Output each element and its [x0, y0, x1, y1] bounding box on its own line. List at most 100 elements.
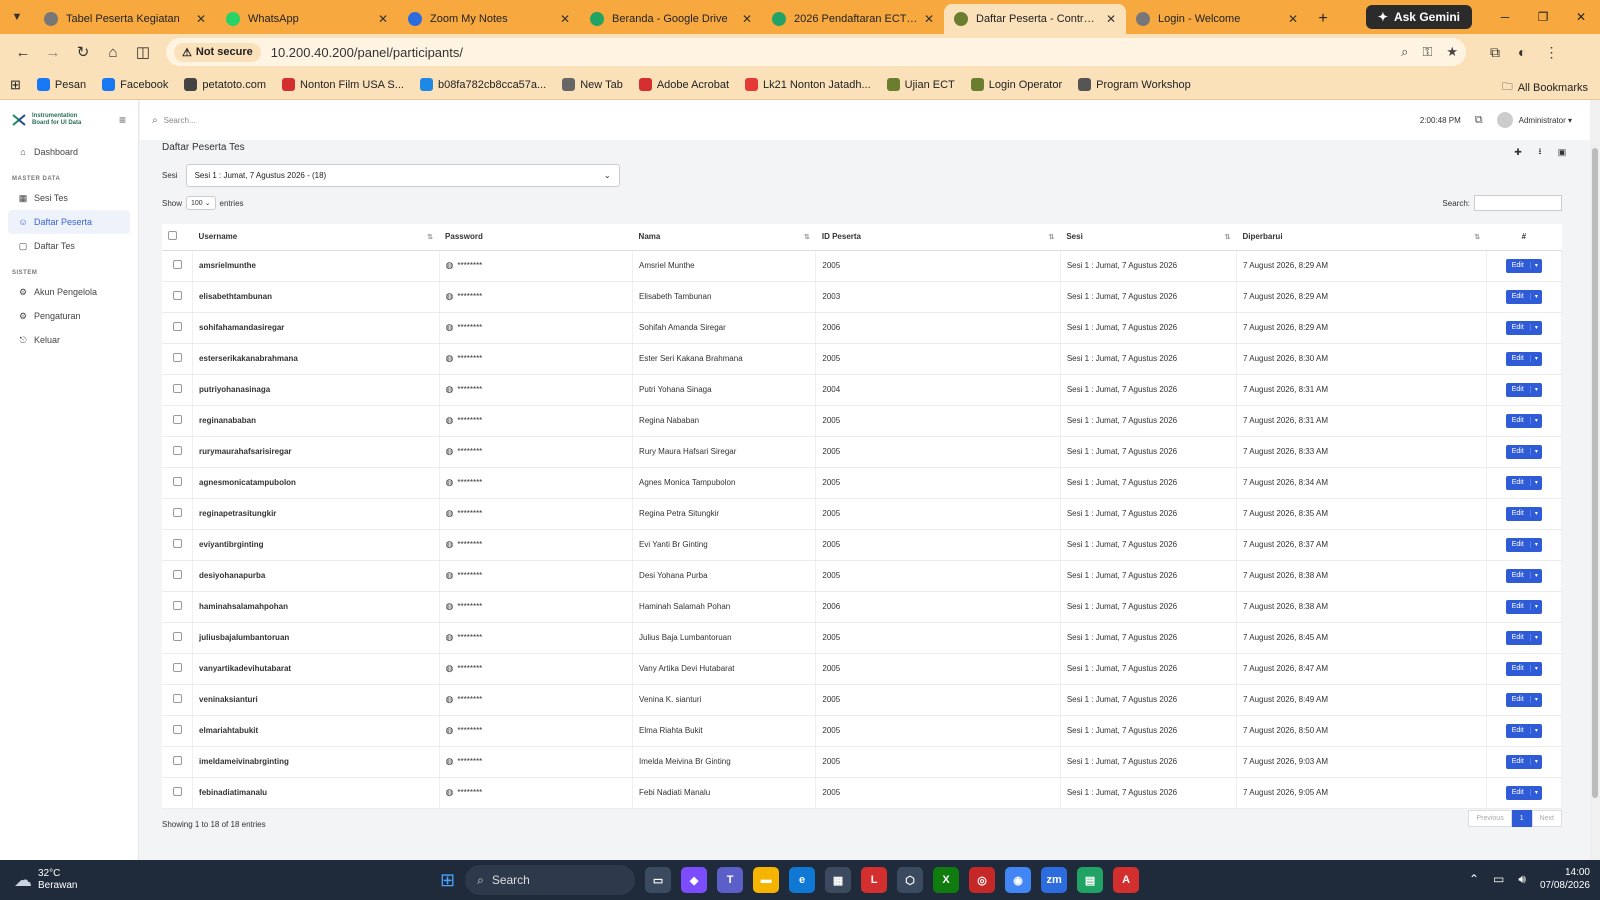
global-search-input[interactable]: Search...	[164, 116, 1420, 125]
page-1-button[interactable]: 1	[1511, 810, 1532, 827]
row-checkbox[interactable]	[172, 291, 182, 300]
edit-button[interactable]: Edit ▾	[1505, 785, 1542, 800]
row-checkbox[interactable]	[172, 477, 182, 486]
edit-dropdown-icon[interactable]: ▾	[1529, 417, 1542, 424]
column-header[interactable]: ID Peserta ⇅	[815, 224, 1061, 251]
edit-button[interactable]: Edit ▾	[1505, 444, 1542, 459]
sidepanel-icon[interactable]: ◫	[128, 43, 158, 61]
edit-button[interactable]: Edit ▾	[1505, 320, 1542, 335]
edit-button[interactable]: Edit ▾	[1505, 351, 1542, 366]
tab-close-icon[interactable]: ✕	[560, 12, 570, 26]
bookmark-item[interactable]: Ujian ECT	[886, 78, 955, 91]
home-icon[interactable]: ⌂	[98, 44, 128, 61]
chevron-up-icon[interactable]: ⌃	[1469, 872, 1479, 886]
edit-dropdown-icon[interactable]: ▾	[1529, 696, 1542, 703]
tab-close-icon[interactable]: ✕	[196, 12, 206, 26]
security-chip[interactable]: ⚠ Not secure	[174, 42, 261, 62]
bookmark-item[interactable]: Facebook	[102, 78, 168, 91]
ask-gemini-button[interactable]: ✦ Ask Gemini	[1365, 5, 1472, 29]
url-text[interactable]: 10.200.40.200/panel/participants/	[271, 45, 1401, 60]
download-icon[interactable]: ⭳	[1532, 144, 1548, 160]
tab-close-icon[interactable]: ✕	[1288, 12, 1298, 26]
eye-slash-icon[interactable]: ◍	[446, 415, 454, 425]
edit-dropdown-icon[interactable]: ▾	[1529, 727, 1542, 734]
eye-slash-icon[interactable]: ◍	[446, 725, 454, 735]
edit-button[interactable]: Edit ▾	[1505, 661, 1542, 676]
key-icon[interactable]: ⚿	[1422, 44, 1432, 60]
forward-icon[interactable]: →	[38, 44, 68, 61]
edit-button[interactable]: Edit ▾	[1505, 568, 1542, 583]
scroll-thumb[interactable]	[1592, 148, 1598, 798]
edit-button[interactable]: Edit ▾	[1505, 537, 1542, 552]
sidebar-item-akun-pengelola[interactable]: ⚙ Akun Pengelola	[0, 280, 138, 304]
column-header[interactable]: Username ⇅	[192, 224, 440, 251]
tab-search-icon[interactable]: ▼	[0, 0, 34, 34]
sidebar-item-keluar[interactable]: ⎋ Keluar	[0, 328, 138, 352]
row-checkbox[interactable]	[172, 756, 182, 765]
zoom-app-icon[interactable]: zm	[1041, 867, 1068, 893]
edit-dropdown-icon[interactable]: ▾	[1529, 603, 1542, 610]
table-search-input[interactable]	[1474, 195, 1562, 211]
row-checkbox[interactable]	[172, 663, 182, 672]
eye-slash-icon[interactable]: ◍	[446, 694, 454, 704]
apps-grid-icon[interactable]: ⊞	[10, 77, 21, 93]
bookmark-item[interactable]: Lk21 Nonton Jatadh...	[745, 78, 871, 91]
edit-dropdown-icon[interactable]: ▾	[1529, 634, 1542, 641]
tab-close-icon[interactable]: ✕	[1106, 12, 1116, 26]
eye-slash-icon[interactable]: ◍	[446, 291, 454, 301]
bookmark-item[interactable]: Adobe Acrobat	[638, 78, 729, 91]
eye-slash-icon[interactable]: ◍	[446, 787, 454, 797]
row-checkbox[interactable]	[172, 353, 182, 362]
back-icon[interactable]: ←	[8, 44, 38, 61]
teams-icon[interactable]: T	[717, 867, 744, 893]
edit-dropdown-icon[interactable]: ▾	[1529, 758, 1542, 765]
eye-slash-icon[interactable]: ◍	[446, 508, 454, 518]
weather-widget[interactable]: ☁ 32°C Berawan	[0, 868, 200, 892]
extensions-icon[interactable]: ⧉	[1490, 44, 1500, 61]
edit-button[interactable]: Edit ▾	[1505, 289, 1542, 304]
row-checkbox[interactable]	[172, 415, 182, 424]
edit-dropdown-icon[interactable]: ▾	[1529, 789, 1542, 796]
all-bookmarks[interactable]: 🗀 All Bookmarks	[1502, 78, 1588, 97]
file-explorer-icon[interactable]: ▬	[753, 867, 780, 893]
xbox-icon[interactable]: X	[933, 867, 960, 893]
edit-dropdown-icon[interactable]: ▾	[1529, 479, 1542, 486]
add-icon[interactable]: ✚	[1510, 144, 1526, 160]
eye-slash-icon[interactable]: ◍	[446, 322, 454, 332]
zoom-icon[interactable]: ⌕	[1401, 44, 1408, 60]
bookmark-item[interactable]: New Tab	[562, 78, 623, 91]
edit-dropdown-icon[interactable]: ▾	[1529, 541, 1542, 548]
eye-slash-icon[interactable]: ◍	[446, 663, 454, 673]
sidebar-item-sesi-tes[interactable]: ▦ Sesi Tes	[0, 186, 138, 210]
task-view-icon[interactable]: ▭	[645, 867, 672, 893]
sidebar-item-daftar-peserta[interactable]: ☺ Daftar Peserta	[8, 210, 130, 234]
windows-start-icon[interactable]: ⊞	[440, 870, 455, 891]
entries-select[interactable]: 100 ⌄	[186, 196, 216, 210]
copilot-icon[interactable]: ◆	[681, 867, 708, 893]
sheets-icon[interactable]: ▤	[1077, 867, 1104, 893]
l-app-icon[interactable]: L	[861, 867, 888, 893]
tab-close-icon[interactable]: ✕	[924, 12, 934, 26]
column-header[interactable]: Nama ⇅	[632, 224, 816, 251]
edit-button[interactable]: Edit ▾	[1505, 413, 1542, 428]
edit-button[interactable]: Edit ▾	[1505, 723, 1542, 738]
edit-dropdown-icon[interactable]: ▾	[1529, 572, 1542, 579]
row-checkbox[interactable]	[172, 508, 182, 517]
select-all-checkbox[interactable]	[168, 231, 177, 241]
omnibox[interactable]: ⚠ Not secure 10.200.40.200/panel/particip…	[166, 38, 1466, 66]
browser-tab[interactable]: Beranda - Google Drive ✕	[580, 4, 762, 34]
sidebar-item-dashboard[interactable]: ⌂ Dashboard	[0, 140, 138, 164]
edit-button[interactable]: Edit ▾	[1505, 506, 1542, 521]
edit-dropdown-icon[interactable]: ▾	[1529, 386, 1542, 393]
bookmark-item[interactable]: Nonton Film USA S...	[282, 78, 404, 91]
edit-dropdown-icon[interactable]: ▾	[1529, 262, 1542, 269]
id-card-icon[interactable]: ▣	[1554, 144, 1570, 160]
edit-button[interactable]: Edit ▾	[1505, 630, 1542, 645]
edit-dropdown-icon[interactable]: ▾	[1529, 665, 1542, 672]
box-app-icon[interactable]: ⬡	[897, 867, 924, 893]
browser-tab[interactable]: 2026 Pendaftaran ECT Offli ✕	[762, 4, 944, 34]
volume-icon[interactable]: 🔊︎	[1518, 872, 1526, 887]
close-window-icon[interactable]: ✕	[1562, 0, 1600, 34]
edit-dropdown-icon[interactable]: ▾	[1529, 293, 1542, 300]
minimize-icon[interactable]: ─	[1486, 0, 1524, 34]
